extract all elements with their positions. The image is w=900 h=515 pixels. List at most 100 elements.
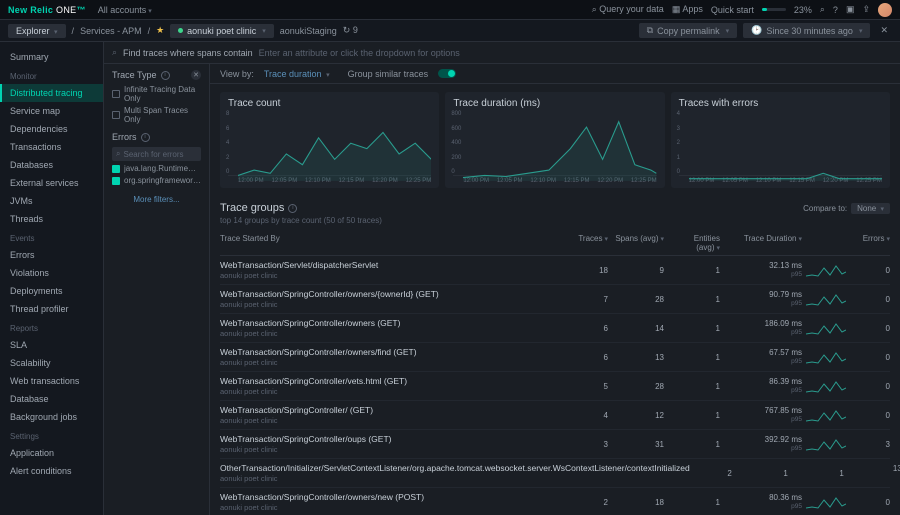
clear-filter-icon[interactable]: ✕ <box>191 70 201 80</box>
logo[interactable]: New Relic ONE™ <box>8 5 86 15</box>
sidebar-item-dependencies[interactable]: Dependencies <box>0 120 103 138</box>
sidebar-item-summary[interactable]: Summary <box>0 48 103 66</box>
sidebar-item-background-jobs[interactable]: Background jobs <box>0 408 103 426</box>
sidebar-item-external-services[interactable]: External services <box>0 174 103 192</box>
sidebar-item-deployments[interactable]: Deployments <box>0 282 103 300</box>
cell-traces: 4 <box>570 411 608 420</box>
cell-traces: 6 <box>570 353 608 362</box>
nav-apps[interactable]: ▦ Apps <box>672 4 703 15</box>
close-icon[interactable]: ✕ <box>876 25 892 36</box>
chart-c3[interactable]: Traces with errors 43210 12:00 PM12:05 P… <box>671 92 890 188</box>
crumb-env[interactable]: aonukiStaging <box>280 26 337 36</box>
col-spans[interactable]: Spans (avg)▾ <box>612 234 664 252</box>
sidebar-item-web-transactions[interactable]: Web transactions <box>0 372 103 390</box>
time-picker[interactable]: 🕑 Since 30 minutes ago ▾ <box>743 23 870 38</box>
cell-traces: 2 <box>570 498 608 507</box>
cell-entities: 1 <box>668 498 720 507</box>
sidebar-item-distributed-tracing[interactable]: Distributed tracing <box>0 84 103 102</box>
group-traces-toggle[interactable] <box>438 69 456 78</box>
col-traces[interactable]: Traces▾ <box>570 234 608 252</box>
compare-to-dropdown[interactable]: None ▾ <box>851 203 890 214</box>
table-row[interactable]: WebTransaction/Servlet/dispatcherServlet… <box>220 256 890 285</box>
copy-permalink-button[interactable]: ⧉ Copy permalink ▾ <box>639 23 737 38</box>
col-entities[interactable]: Entities (avg)▾ <box>668 234 720 252</box>
share-icon[interactable]: ⇪ <box>862 4 870 15</box>
avatar[interactable] <box>878 3 892 17</box>
sidebar-item-service-map[interactable]: Service map <box>0 102 103 120</box>
sidebar-item-violations[interactable]: Violations <box>0 264 103 282</box>
table-row[interactable]: WebTransaction/SpringController/vets.htm… <box>220 372 890 401</box>
error-search-input[interactable]: ⌕ Search for errors <box>112 147 201 161</box>
sidebar-item-errors[interactable]: Errors <box>0 246 103 264</box>
entity-picker[interactable]: aonuki poet clinic ▾ <box>170 24 274 38</box>
sidebar-item-transactions[interactable]: Transactions <box>0 138 103 156</box>
sparkline <box>806 349 846 365</box>
cell-errors: 3 <box>850 440 890 449</box>
sidebar-item-database[interactable]: Database <box>0 390 103 408</box>
row-name: WebTransaction/SpringController/vets.htm… <box>220 376 566 386</box>
cell-entities: 1 <box>792 469 844 478</box>
env-count[interactable]: ↻ 9 <box>343 25 358 36</box>
row-entity: aonuki poet clinic <box>220 271 566 280</box>
sidebar-item-thread-profiler[interactable]: Thread profiler <box>0 300 103 318</box>
table-row[interactable]: WebTransaction/SpringController/oups (GE… <box>220 430 890 459</box>
sidebar-item-jvms[interactable]: JVMs <box>0 192 103 210</box>
crumb-services[interactable]: Services - APM <box>80 26 142 36</box>
search-icon[interactable]: ⌕ <box>820 4 825 15</box>
sidebar-item-scalability[interactable]: Scalability <box>0 354 103 372</box>
row-entity: aonuki poet clinic <box>220 387 566 396</box>
notifications-icon[interactable]: ▣ <box>846 4 855 15</box>
cb-error-runtime[interactable]: java.lang.RuntimeException <box>112 164 201 173</box>
sidebar-item-application[interactable]: Application <box>0 444 103 462</box>
table-row[interactable]: WebTransaction/SpringController/ (GET)ao… <box>220 401 890 430</box>
cell-traces: 2 <box>694 469 732 478</box>
table-row[interactable]: OtherTransaction/Initializer/ServletCont… <box>220 459 890 488</box>
cell-errors: 0 <box>850 353 890 362</box>
col-started-by[interactable]: Trace Started By <box>220 234 566 252</box>
col-errors[interactable]: Errors▾ <box>850 234 890 252</box>
cb-error-spring[interactable]: org.springframework.web.util.... <box>112 176 201 185</box>
cell-traces: 5 <box>570 382 608 391</box>
usage-bar <box>762 8 786 11</box>
col-duration[interactable]: Trace Duration▾ <box>724 234 802 252</box>
cb-multi-span[interactable]: Multi Span Traces Only <box>112 106 201 124</box>
chart-c2[interactable]: Trace duration (ms) 8006004002000 12:00 … <box>445 92 664 188</box>
cell-spans: 28 <box>612 295 664 304</box>
row-entity: aonuki poet clinic <box>220 474 690 483</box>
chart-title: Trace duration (ms) <box>453 98 656 109</box>
info-icon[interactable]: i <box>161 71 170 80</box>
row-entity: aonuki poet clinic <box>220 445 566 454</box>
explorer-dropdown[interactable]: Explorer ▾ <box>8 24 66 38</box>
cell-entities: 1 <box>668 295 720 304</box>
trace-groups-title: Trace groupsi <box>220 202 297 214</box>
view-by-bar: View by: Trace duration ▾ Group similar … <box>210 64 900 84</box>
cb-infinite-tracing[interactable]: Infinite Tracing Data Only <box>112 85 201 103</box>
sidebar-item-threads[interactable]: Threads <box>0 210 103 228</box>
more-filters-link[interactable]: More filters... <box>112 195 201 204</box>
info-icon[interactable]: i <box>288 204 297 213</box>
help-icon[interactable]: ? <box>833 5 838 15</box>
sidebar: Summary MonitorDistributed tracingServic… <box>0 42 104 515</box>
sidebar-item-sla[interactable]: SLA <box>0 336 103 354</box>
nav-query-data[interactable]: ⌕ Query your data <box>592 4 664 15</box>
table-row[interactable]: WebTransaction/SpringController/owners/f… <box>220 343 890 372</box>
star-icon[interactable]: ★ <box>156 25 164 36</box>
trace-groups-subtitle: top 14 groups by trace count (50 of 50 t… <box>220 216 890 225</box>
sparkline <box>806 494 846 510</box>
account-picker[interactable]: All accounts▾ <box>92 3 158 17</box>
view-by-dropdown[interactable]: Trace duration ▾ <box>264 69 330 79</box>
cell-entities: 1 <box>668 324 720 333</box>
table-row[interactable]: WebTransaction/SpringController/owners (… <box>220 314 890 343</box>
row-entity: aonuki poet clinic <box>220 416 566 425</box>
cell-traces: 3 <box>570 440 608 449</box>
nav-quickstart[interactable]: Quick start <box>711 5 754 15</box>
trace-search-bar[interactable]: ⌕ Find traces where spans contain Enter … <box>104 42 900 64</box>
filter-errors-header: Errorsi <box>112 132 201 142</box>
table-row[interactable]: WebTransaction/SpringController/owners/{… <box>220 285 890 314</box>
sidebar-item-alert-conditions[interactable]: Alert conditions <box>0 462 103 480</box>
table-row[interactable]: WebTransaction/SpringController/owners/n… <box>220 488 890 515</box>
info-icon[interactable]: i <box>141 133 150 142</box>
breadcrumb-bar: Explorer ▾ / Services - APM / ★ aonuki p… <box>0 20 900 42</box>
chart-c1[interactable]: Trace count 86420 12:00 PM12:05 PM12:10 … <box>220 92 439 188</box>
sidebar-item-databases[interactable]: Databases <box>0 156 103 174</box>
